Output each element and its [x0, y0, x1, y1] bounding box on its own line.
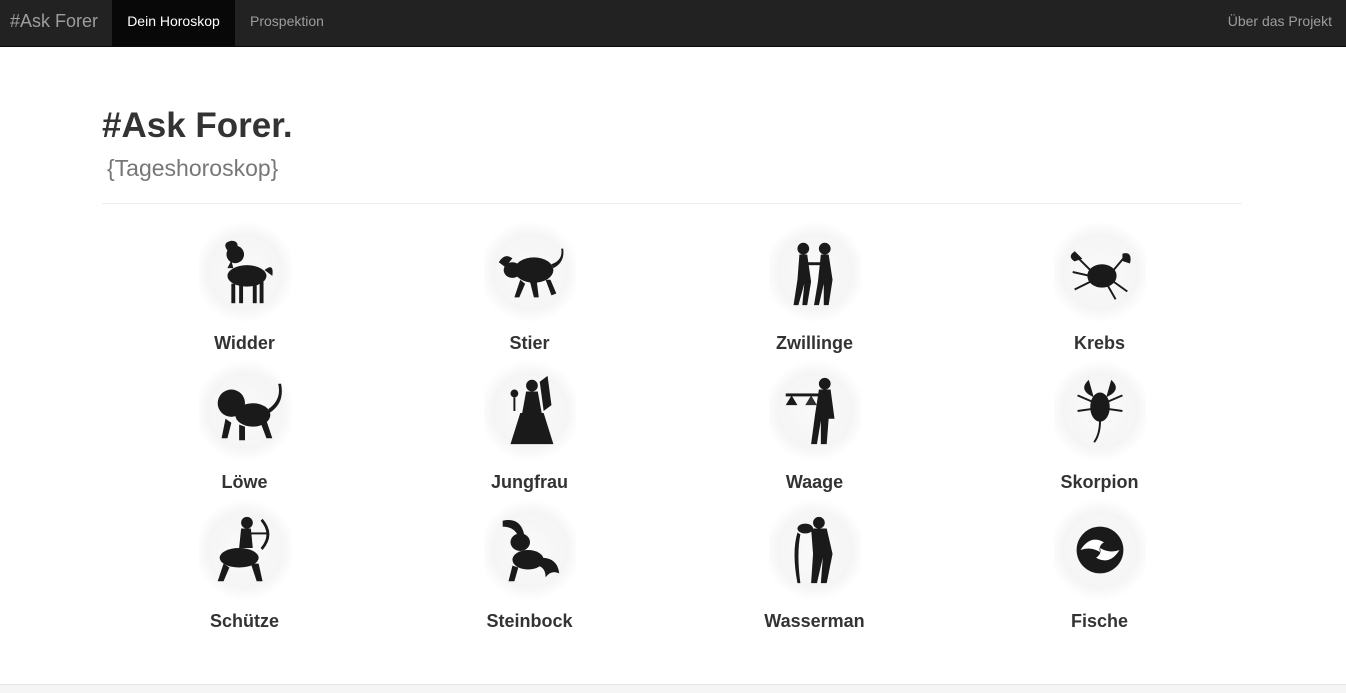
aquarius-waterbearer-icon: [769, 500, 861, 600]
sign-waage[interactable]: Waage: [672, 361, 957, 497]
sign-schuetze[interactable]: Schütze: [102, 500, 387, 636]
nav-link-about-project[interactable]: Über das Projekt: [1213, 0, 1346, 46]
brand-link[interactable]: #Ask Forer: [10, 0, 98, 46]
gemini-twins-icon: [769, 222, 861, 322]
aries-ram-icon: [199, 222, 291, 322]
scorpio-scorpion-icon: [1054, 361, 1146, 461]
sign-loewe[interactable]: Löwe: [102, 361, 387, 497]
sagittarius-archer-icon: [199, 500, 291, 600]
sign-label: Wasserman: [764, 611, 865, 631]
page-subtitle: {Tageshoroskop}: [107, 155, 279, 181]
footer-bar: [0, 684, 1346, 693]
sign-steinbock[interactable]: Steinbock: [387, 500, 672, 636]
sign-label: Widder: [214, 333, 275, 353]
sign-label: Waage: [785, 472, 844, 492]
libra-scales-icon: [769, 361, 861, 461]
sign-stier[interactable]: Stier: [387, 222, 672, 358]
sign-label: Jungfrau: [490, 472, 568, 492]
virgo-maiden-icon: [484, 361, 576, 461]
nav-tab-prospektion[interactable]: Prospektion: [235, 0, 339, 46]
page-header: #Ask Forer. {Tageshoroskop}: [102, 104, 1242, 182]
sign-skorpion[interactable]: Skorpion: [957, 361, 1242, 497]
sign-label: Löwe: [221, 472, 268, 492]
sign-zwillinge[interactable]: Zwillinge: [672, 222, 957, 358]
header-divider: [102, 203, 1242, 204]
cancer-crab-icon: [1054, 222, 1146, 322]
leo-lion-icon: [199, 361, 291, 461]
sign-fische[interactable]: Fische: [957, 500, 1242, 636]
taurus-bull-icon: [484, 222, 576, 322]
nav-tab-dein-horoskop[interactable]: Dein Horoskop: [112, 0, 235, 46]
sign-label: Steinbock: [486, 611, 573, 631]
sign-widder[interactable]: Widder: [102, 222, 387, 358]
sign-label: Schütze: [209, 611, 279, 631]
sign-jungfrau[interactable]: Jungfrau: [387, 361, 672, 497]
page-title: #Ask Forer.: [102, 106, 293, 145]
sign-label: Skorpion: [1060, 472, 1139, 492]
sign-krebs[interactable]: Krebs: [957, 222, 1242, 358]
capricorn-goat-icon: [484, 500, 576, 600]
sign-label: Stier: [509, 333, 550, 353]
sign-wasserman[interactable]: Wasserman: [672, 500, 957, 636]
sign-label: Zwillinge: [775, 333, 853, 353]
pisces-fish-icon: [1054, 500, 1146, 600]
top-navbar: #Ask Forer Dein Horoskop Prospektion Übe…: [0, 0, 1346, 47]
sign-label: Fische: [1070, 611, 1129, 631]
sign-label: Krebs: [1073, 333, 1126, 353]
